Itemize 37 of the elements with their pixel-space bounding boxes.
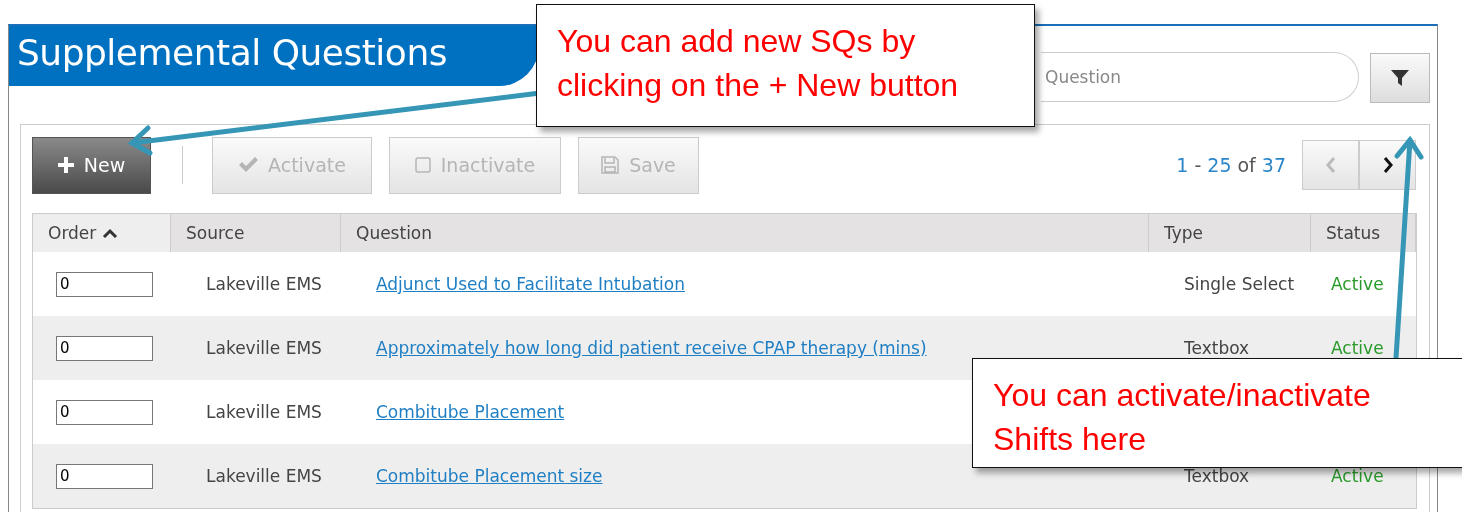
source-cell-text: Lakeville EMS [205, 338, 323, 358]
order-field[interactable]: 0 [56, 335, 153, 361]
source-cell-text: Lakeville EMS [205, 274, 323, 294]
filter-icon [1391, 69, 1409, 87]
status-cell-text: Active [1330, 274, 1385, 294]
range-end: 25 [1207, 154, 1232, 176]
chevron-right-icon [1382, 157, 1393, 173]
plus-icon [57, 157, 74, 173]
check-icon [238, 157, 259, 173]
chevron-left-icon [1325, 157, 1336, 173]
callout-text: You can activate/inactivate Shifts here [993, 376, 1372, 459]
checkbox-icon [414, 157, 431, 173]
order-field[interactable]: 0 [56, 399, 153, 425]
total-count: 37 [1261, 154, 1286, 176]
type-cell-text: Textbox [1183, 338, 1251, 358]
status-cell-text: Active [1330, 466, 1385, 486]
source-cell-text: Lakeville EMS [205, 402, 323, 422]
search-field[interactable]: Question [1041, 52, 1359, 102]
range-start: 1 [1176, 154, 1189, 176]
type-cell-text: Textbox [1183, 466, 1251, 486]
range-dash: - [1194, 154, 1202, 176]
new-button[interactable]: New [32, 136, 151, 194]
status-cell-text: Active [1330, 338, 1385, 358]
filter-button[interactable] [1370, 53, 1430, 103]
page-title: Supplemental Questions [9, 26, 539, 86]
question-link[interactable]: Adjunct Used to Facilitate Intubation [376, 274, 685, 294]
callout-text: You can add new SQs by clicking on the + New button [557, 22, 960, 105]
sort-up-icon [102, 228, 119, 238]
of-label: of [1237, 154, 1256, 176]
question-link[interactable]: Approximately how long did patient receive CPAP therapy (mins) [376, 338, 927, 358]
column-header[interactable]: Order [33, 214, 171, 252]
source-cell-text: Lakeville EMS [205, 466, 323, 486]
type-cell-text: Single Select [1183, 274, 1296, 294]
order-field[interactable]: 0 [56, 463, 153, 489]
question-link[interactable]: Combitube Placement size [376, 466, 603, 486]
order-field[interactable]: 0 [56, 271, 153, 297]
question-link[interactable]: Combitube Placement [376, 402, 565, 422]
